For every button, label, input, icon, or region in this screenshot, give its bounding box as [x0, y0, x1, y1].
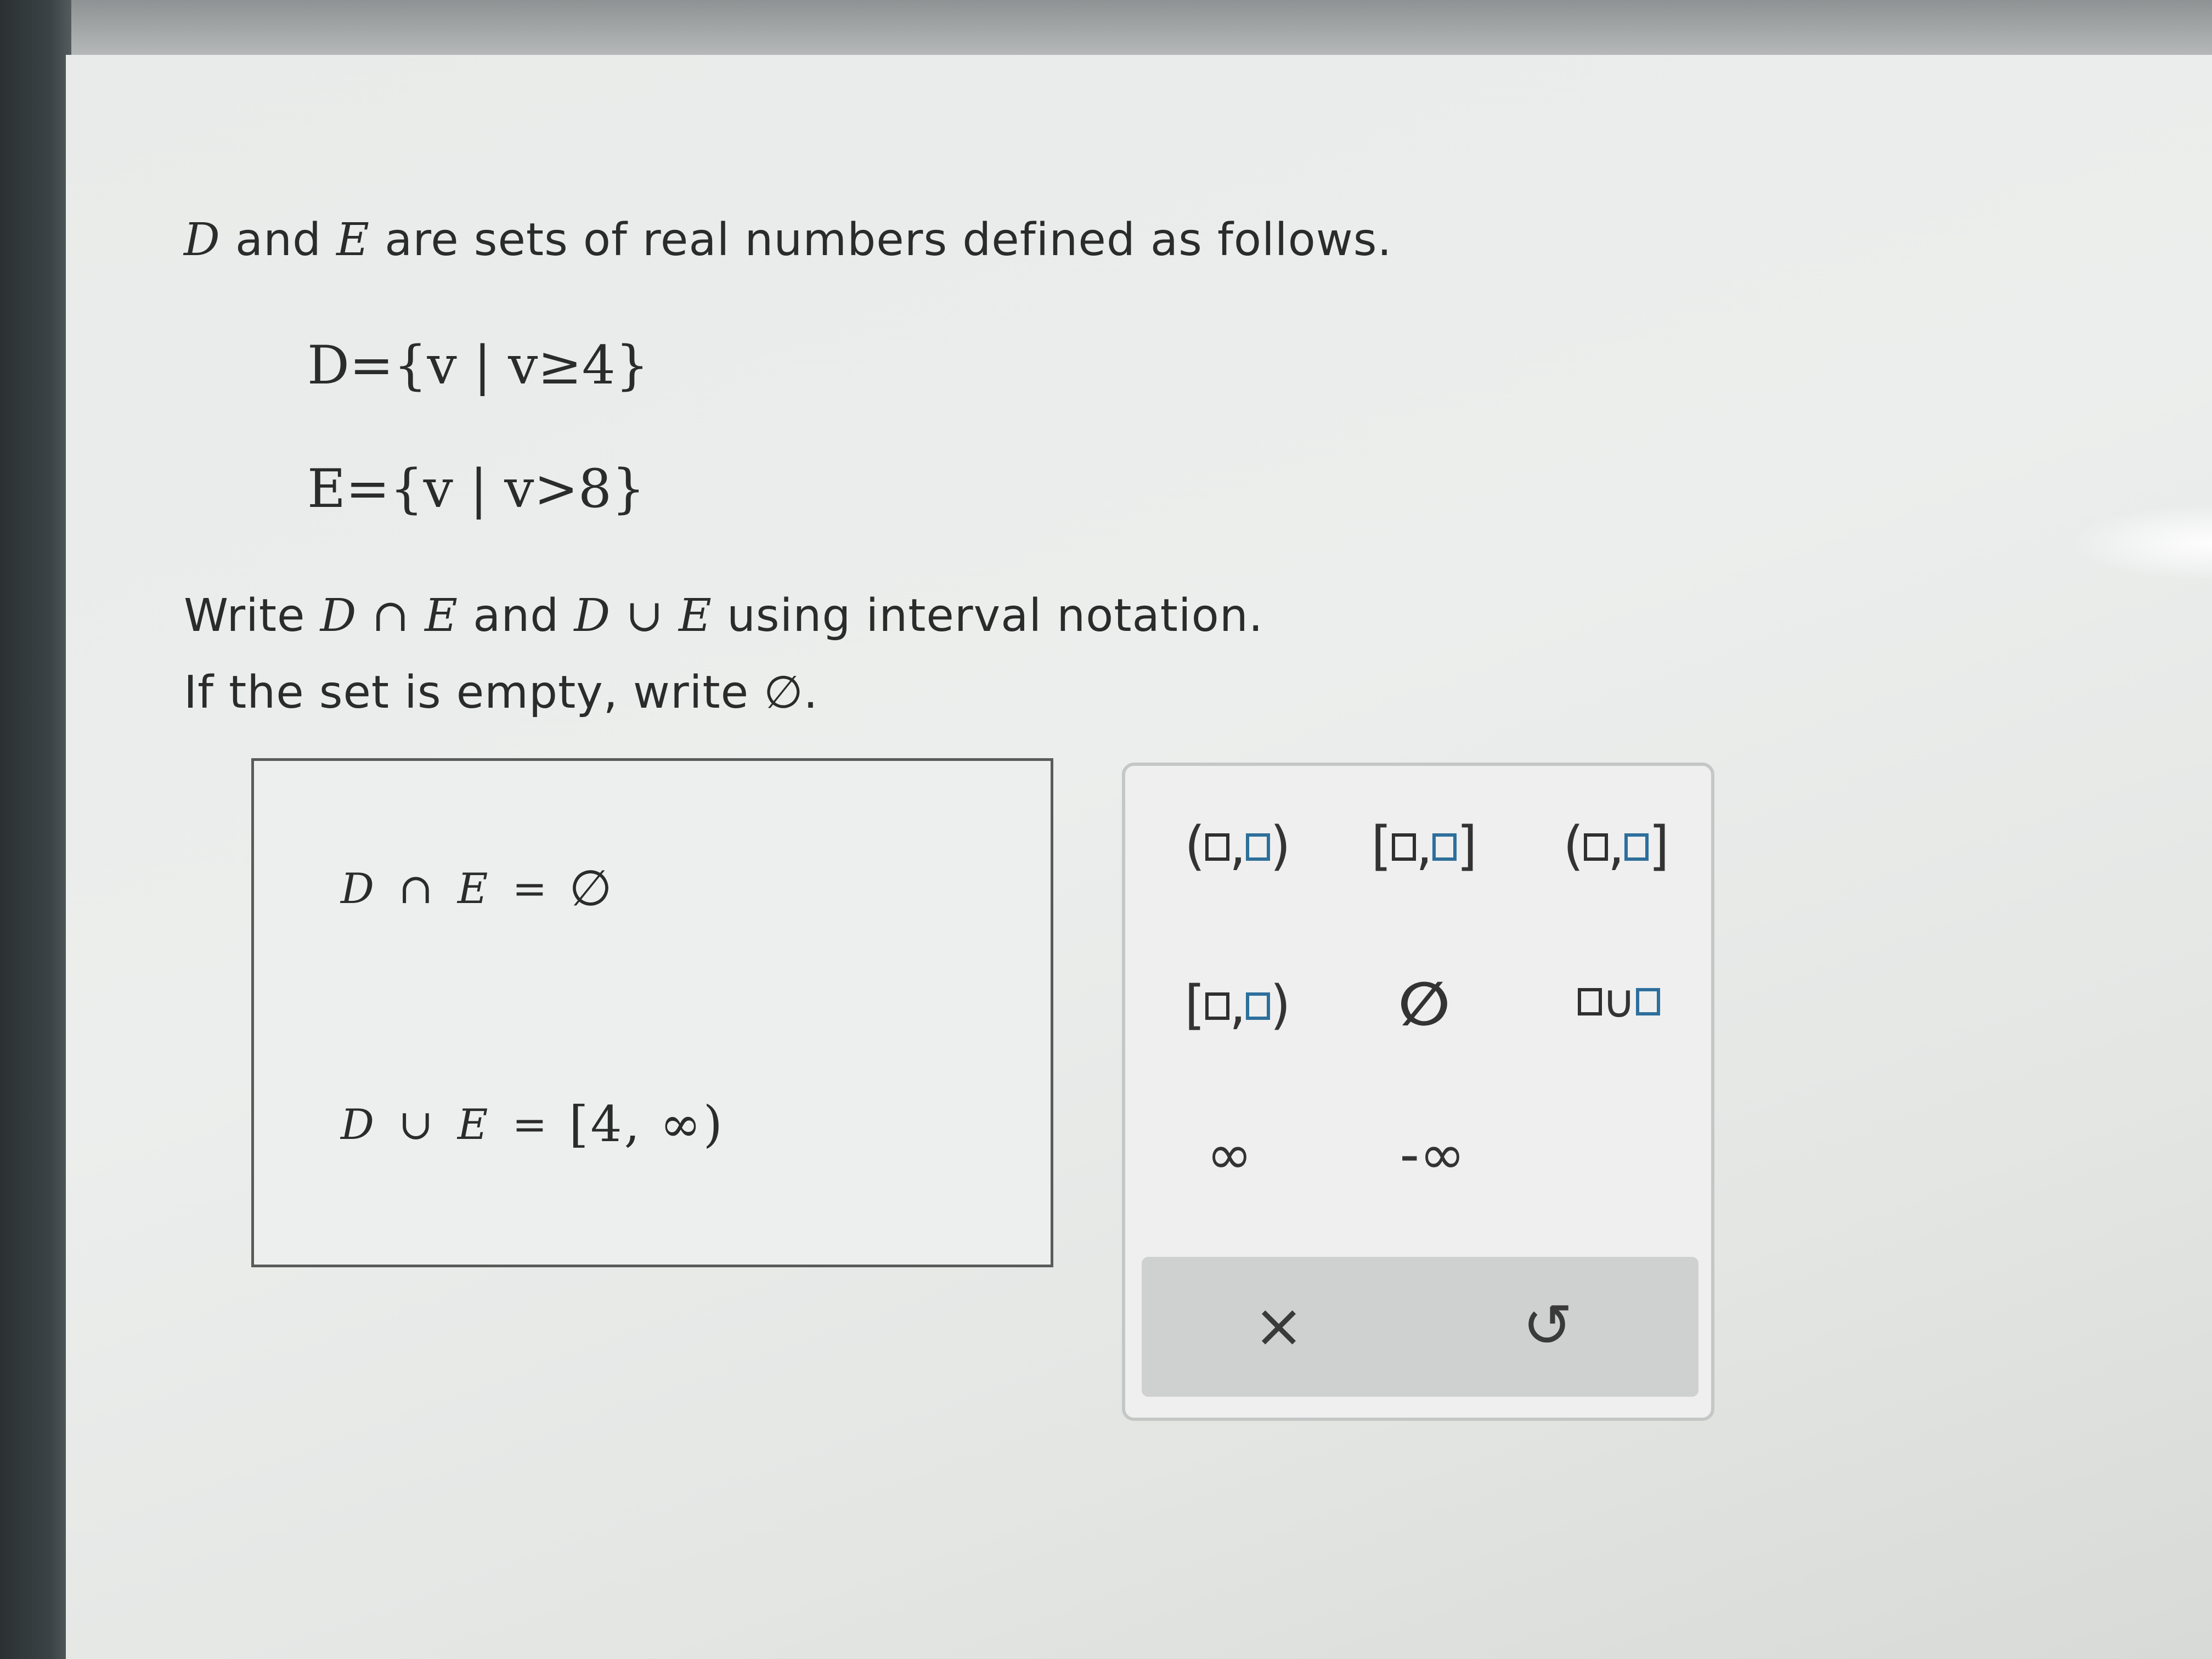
set-d-symbol: D: [184, 214, 221, 266]
intersection-answer-input[interactable]: ∅: [563, 860, 619, 917]
intro-text: are sets of real numbers defined as foll…: [370, 214, 1392, 266]
set-d-definition: D={v | v≥4}: [307, 335, 649, 396]
empty-set-note: If the set is empty, write ∅.: [184, 667, 819, 719]
intersection-answer-label: D ∩ E =: [341, 864, 553, 913]
bracket-left: (: [1184, 815, 1205, 877]
union-symbol: ∪: [1602, 974, 1636, 1028]
intro-and: and: [220, 214, 337, 266]
undo-icon[interactable]: ↺: [1509, 1287, 1586, 1364]
negative-infinity-button[interactable]: -∞: [1361, 1122, 1504, 1187]
keypad-action-bar: × ↺: [1142, 1257, 1699, 1397]
placeholder-square-icon: [1246, 992, 1271, 1020]
bracket-left: (: [1563, 815, 1584, 877]
comma: ,: [1229, 974, 1246, 1036]
instruction-suffix: using interval notation.: [712, 590, 1263, 642]
intersection-answer-row: D ∩ E = ∅: [341, 860, 620, 917]
problem-intro: D and E are sets of real numbers defined…: [184, 214, 1392, 266]
placeholder-square-icon: [1391, 833, 1416, 861]
screen-glare: [2069, 505, 2212, 582]
placeholder-square-icon: [1205, 992, 1229, 1020]
placeholder-square-icon: [1578, 988, 1602, 1016]
set-e-symbol: E: [336, 214, 370, 266]
comma: ,: [1607, 815, 1625, 877]
math-keypad: (,) [,] (,] [,) ∅ ∪ ∞ -∞ × ↺: [1122, 763, 1714, 1421]
comma: ,: [1229, 815, 1246, 877]
union-answer-label: D ∪ E =: [341, 1100, 553, 1149]
open-open-interval-button[interactable]: (,): [1158, 815, 1317, 877]
monitor-bezel-left: [0, 0, 71, 1659]
answer-box: D ∩ E = ∅ D ∪ E = [4, ∞): [251, 758, 1053, 1267]
placeholder-square-icon: [1635, 988, 1660, 1016]
bracket-right: ): [1270, 974, 1291, 1036]
placeholder-square-icon: [1624, 833, 1649, 861]
instruction: Write D ∩ E and D ∪ E using interval not…: [184, 590, 1263, 642]
union-button[interactable]: ∪: [1548, 974, 1690, 1028]
placeholder-square-icon: [1246, 833, 1271, 861]
bracket-left: [: [1371, 815, 1392, 877]
bracket-right: ]: [1457, 815, 1477, 877]
instruction-and: and: [458, 590, 574, 642]
screen: D and E are sets of real numbers defined…: [66, 55, 2212, 1659]
bracket-right: ]: [1649, 815, 1669, 877]
set-e-definition: E={v | v>8}: [307, 458, 646, 520]
instruction-prefix: Write: [184, 590, 320, 642]
infinity-button[interactable]: ∞: [1175, 1122, 1284, 1187]
placeholder-square-icon: [1583, 833, 1608, 861]
clear-button[interactable]: ×: [1240, 1287, 1317, 1364]
comma: ,: [1415, 815, 1433, 877]
placeholder-square-icon: [1205, 833, 1229, 861]
bracket-right: ): [1270, 815, 1291, 877]
union-expression: D ∪ E: [574, 590, 712, 642]
bracket-left: [: [1184, 974, 1205, 1036]
empty-set-button[interactable]: ∅: [1361, 969, 1487, 1039]
union-answer-input[interactable]: [4, ∞): [563, 1096, 730, 1153]
closed-open-interval-button[interactable]: [,): [1158, 974, 1317, 1036]
open-closed-interval-button[interactable]: (,]: [1537, 815, 1696, 877]
monitor-bezel-top: [0, 0, 2212, 60]
placeholder-square-icon: [1432, 833, 1457, 861]
closed-closed-interval-button[interactable]: [,]: [1345, 815, 1504, 877]
union-answer-row: D ∪ E = [4, ∞): [341, 1096, 730, 1153]
intersection-expression: D ∩ E: [320, 590, 459, 642]
